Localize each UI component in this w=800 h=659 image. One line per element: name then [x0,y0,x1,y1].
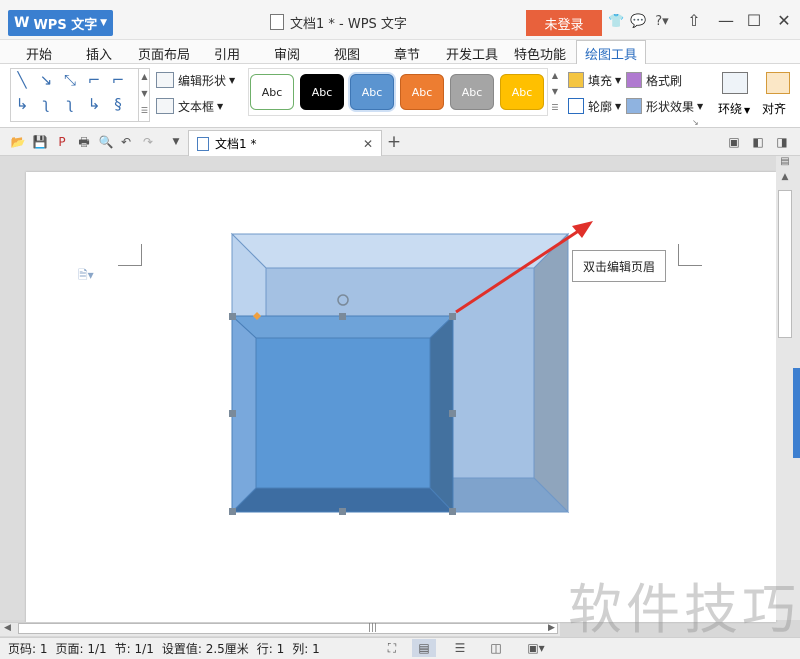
scroll-grip-icon: ||| [368,623,378,633]
split-view-icon[interactable]: ▤ [778,156,792,170]
status-page-code: 页码: 1 [8,642,48,656]
page-view-icon[interactable]: ▤ [412,639,436,657]
shape-face [255,337,431,489]
resize-handle-se[interactable] [449,508,456,515]
watermark-text: 软件技巧 [568,578,800,641]
resize-handle-sw[interactable] [229,508,236,515]
vertical-scroll-thumb[interactable] [778,190,792,338]
fullscreen-view-icon[interactable]: ⛶ [380,639,404,657]
scroll-up-icon[interactable]: ▲ [778,172,792,186]
frame-top-bevel [230,233,570,269]
horizontal-scroll-thumb[interactable] [18,623,558,634]
status-section: 节: 1/1 [114,642,154,656]
scroll-right-icon[interactable]: ▶ [548,623,555,633]
annotation-arrow-head [572,221,593,238]
resize-handle-e[interactable] [449,410,456,417]
resize-handle-s[interactable] [339,508,346,515]
shape-drawing [229,221,593,515]
status-column: 列: 1 [292,642,320,656]
resize-handle-nw[interactable] [229,313,236,320]
outline-view-icon[interactable]: ☰ [448,639,472,657]
resize-handle-ne[interactable] [449,313,456,320]
reading-mode-icon[interactable]: ▣▾ [520,639,552,657]
side-panel-tab[interactable] [793,368,800,458]
scroll-left-icon[interactable]: ◀ [4,623,11,633]
web-view-icon[interactable]: ◫ [484,639,508,657]
resize-handle-n[interactable] [339,313,346,320]
header-edit-hint: 双击编辑页眉 [572,250,666,282]
frame-right-bevel [533,232,569,514]
status-line: 行: 1 [256,642,285,656]
status-setting: 设置值: 2.5厘米 [161,642,249,656]
status-pages: 页面: 1/1 [55,642,107,656]
resize-handle-w[interactable] [229,410,236,417]
